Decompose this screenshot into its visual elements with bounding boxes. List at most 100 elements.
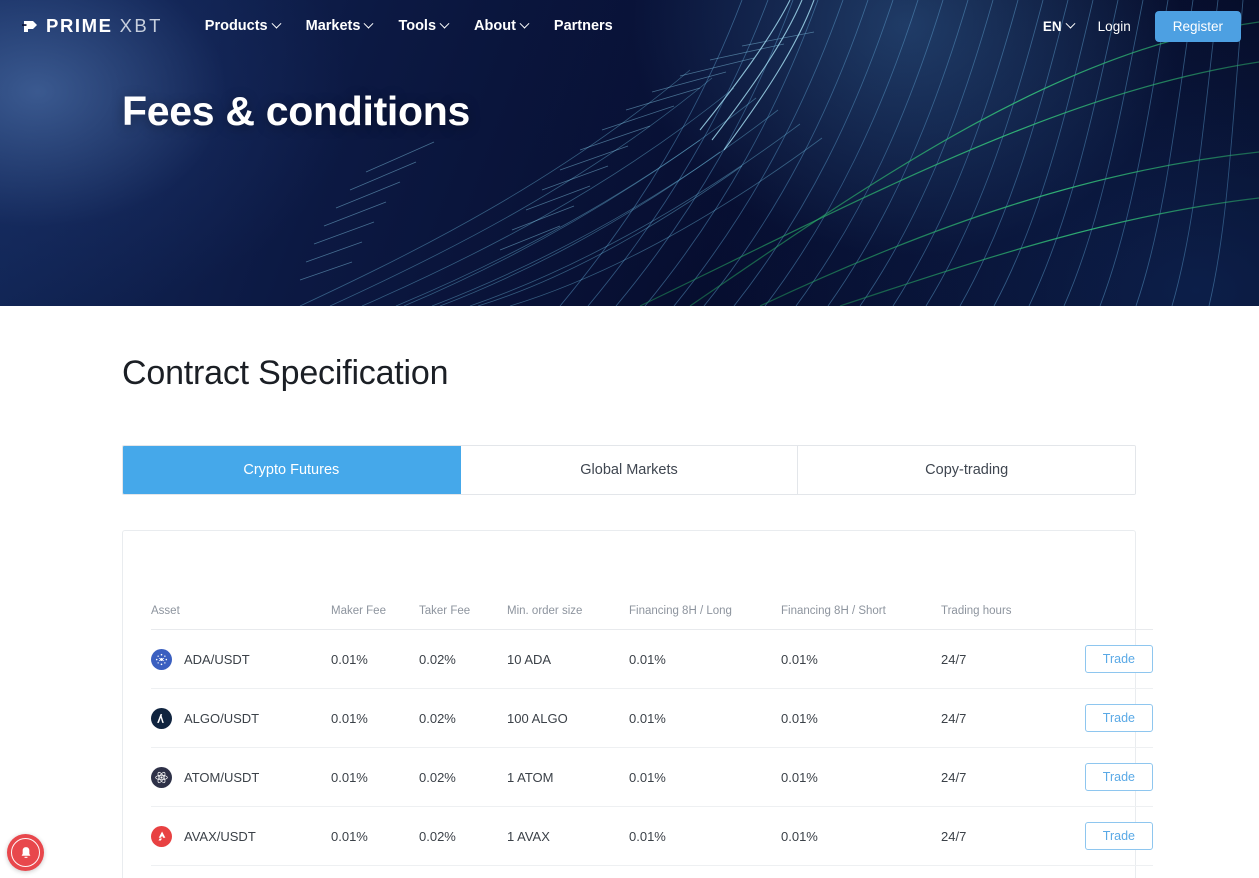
- tab-global-markets[interactable]: Global Markets: [460, 446, 799, 494]
- ada-icon: [151, 648, 172, 670]
- nav-item-tools[interactable]: Tools: [398, 18, 450, 34]
- cell-trading-hours: 24/7: [941, 629, 1053, 689]
- nav-item-markets[interactable]: Markets: [305, 18, 374, 34]
- atom-icon: [151, 766, 172, 788]
- notification-bell-button[interactable]: [7, 834, 44, 871]
- chevron-down-icon: [439, 18, 450, 29]
- cell-taker-fee: 0.02%: [419, 688, 507, 748]
- login-link[interactable]: Login: [1098, 19, 1131, 34]
- chevron-down-icon: [271, 18, 282, 29]
- logo-text-prime: PRIME: [46, 15, 113, 36]
- column-header-trading-hours: Trading hours: [941, 531, 1053, 630]
- hero-title: Fees & conditions: [122, 88, 471, 134]
- table-body: ADA/USDT 0.01% 0.02% 10 ADA 0.01% 0.01% …: [151, 629, 1153, 878]
- chevron-down-icon: [1065, 18, 1076, 29]
- cell-maker-fee: 0.01%: [331, 865, 419, 878]
- prime-logo-mark-icon: [22, 20, 37, 32]
- table-row: ATOM/USDT 0.01% 0.02% 1 ATOM 0.01% 0.01%…: [151, 747, 1153, 807]
- cell-action: Trade: [1053, 747, 1153, 807]
- cell-maker-fee: 0.01%: [331, 806, 419, 866]
- cell-financing-short: 0.01%: [781, 747, 941, 807]
- page-title: Contract Specification: [122, 354, 449, 392]
- register-button[interactable]: Register: [1154, 10, 1241, 42]
- asset-name: ALGO/USDT: [184, 710, 260, 726]
- table-header: Asset Maker Fee Taker Fee Min. order siz…: [151, 531, 1153, 630]
- cell-action: Trade: [1053, 688, 1153, 748]
- cell-min-order-size: 1 AXS: [507, 865, 629, 878]
- nav-item-tools-label: Tools: [398, 18, 437, 34]
- main-content: Contract Specification Crypto Futures Gl…: [0, 354, 1259, 878]
- tab-crypto-futures[interactable]: Crypto Futures: [123, 446, 461, 494]
- cell-taker-fee: 0.02%: [419, 747, 507, 807]
- nav-item-partners-label: Partners: [553, 18, 613, 34]
- cell-min-order-size: 100 ALGO: [507, 688, 629, 748]
- cell-taker-fee: 0.02%: [419, 806, 507, 866]
- nav-item-about-label: About: [474, 18, 516, 34]
- nav-links: Products Markets Tools About Partners: [205, 18, 613, 34]
- cell-financing-short: 0.01%: [781, 688, 941, 748]
- column-header-financing-long: Financing 8H / Long: [629, 531, 781, 630]
- primexbt-logo[interactable]: PRIME XBT: [22, 15, 163, 37]
- cell-min-order-size: 1 AVAX: [507, 806, 629, 866]
- cell-financing-long: 0.01%: [629, 688, 781, 748]
- cell-trading-hours: 24/7: [941, 688, 1053, 748]
- trade-button[interactable]: Trade: [1084, 822, 1153, 850]
- cell-action: Trade: [1053, 806, 1153, 866]
- language-selector-label: EN: [1042, 18, 1062, 34]
- nav-actions: EN Login Register: [1042, 10, 1241, 42]
- asset-name: AVAX/USDT: [184, 828, 256, 844]
- nav-item-products[interactable]: Products: [204, 18, 282, 34]
- contract-spec-tabs: Crypto Futures Global Markets Copy-tradi…: [122, 445, 1136, 495]
- cell-taker-fee: 0.02%: [419, 629, 507, 689]
- column-header-asset: Asset: [151, 531, 331, 630]
- cell-action: Trade: [1053, 865, 1153, 878]
- cell-financing-short: 0.01%: [781, 865, 941, 878]
- table-row: ADA/USDT 0.01% 0.02% 10 ADA 0.01% 0.01% …: [151, 629, 1153, 689]
- trade-button[interactable]: Trade: [1084, 763, 1153, 791]
- cell-trading-hours: 24/7: [941, 747, 1053, 807]
- asset-name: ATOM/USDT: [184, 769, 260, 785]
- avax-icon: [151, 825, 172, 847]
- cell-trading-hours: 24/7: [941, 806, 1053, 866]
- table-row: AVAX/USDT 0.01% 0.02% 1 AVAX 0.01% 0.01%…: [151, 806, 1153, 866]
- cell-min-order-size: 10 ADA: [507, 629, 629, 689]
- notification-bell-icon: [11, 838, 40, 867]
- contract-spec-table-card: Asset Maker Fee Taker Fee Min. order siz…: [122, 530, 1153, 878]
- table-header-row: Asset Maker Fee Taker Fee Min. order siz…: [151, 531, 1153, 630]
- trade-button[interactable]: Trade: [1084, 645, 1153, 673]
- logo-text-xbt: XBT: [119, 15, 163, 36]
- nav-item-markets-label: Markets: [305, 18, 361, 34]
- column-header-taker-fee: Taker Fee: [419, 531, 507, 630]
- algo-icon: [151, 707, 172, 729]
- chevron-down-icon: [519, 18, 530, 29]
- cell-action: Trade: [1053, 629, 1153, 689]
- trade-button[interactable]: Trade: [1084, 704, 1153, 732]
- nav-item-about[interactable]: About: [474, 18, 530, 34]
- cell-min-order-size: 1 ATOM: [507, 747, 629, 807]
- cell-asset: AVAX/USDT: [151, 806, 331, 866]
- chevron-down-icon: [363, 18, 374, 29]
- contract-spec-table: Asset Maker Fee Taker Fee Min. order siz…: [151, 531, 1153, 878]
- column-header-financing-short: Financing 8H / Short: [781, 531, 941, 630]
- cell-maker-fee: 0.01%: [331, 688, 419, 748]
- cell-maker-fee: 0.01%: [331, 747, 419, 807]
- main-navigation: PRIME XBT Products Markets Tools About P…: [0, 0, 1259, 52]
- cell-maker-fee: 0.01%: [331, 629, 419, 689]
- cell-financing-long: 0.01%: [629, 747, 781, 807]
- cell-asset: ADA/USDT: [151, 629, 331, 689]
- cell-asset: AXS/USDT: [151, 865, 331, 878]
- tab-copy-trading[interactable]: Copy-trading: [798, 446, 1135, 494]
- cell-trading-hours: 24/7: [941, 865, 1053, 878]
- cell-asset: ALGO/USDT: [151, 688, 331, 748]
- nav-item-products-label: Products: [204, 18, 268, 34]
- column-header-action: [1053, 531, 1153, 630]
- table-row: ALGO/USDT 0.01% 0.02% 100 ALGO 0.01% 0.0…: [151, 688, 1153, 748]
- asset-name: ADA/USDT: [184, 651, 250, 667]
- table-row: AXS/USDT 0.01% 0.02% 1 AXS 0.01% 0.01% 2…: [151, 865, 1153, 878]
- cell-financing-short: 0.01%: [781, 629, 941, 689]
- hero-banner: PRIME XBT Products Markets Tools About P…: [0, 0, 1259, 306]
- cell-asset: ATOM/USDT: [151, 747, 331, 807]
- language-selector[interactable]: EN: [1042, 18, 1076, 34]
- cell-taker-fee: 0.02%: [419, 865, 507, 878]
- nav-item-partners[interactable]: Partners: [554, 18, 613, 34]
